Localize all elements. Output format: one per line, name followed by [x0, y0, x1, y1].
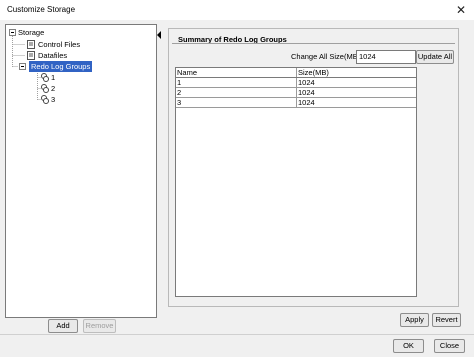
document-icon: [27, 40, 35, 49]
tree-label-redo-log-groups: Redo Log Groups: [29, 61, 93, 72]
column-header-name[interactable]: Name: [176, 68, 297, 77]
remove-button: Remove: [83, 319, 116, 333]
tree-label-group: 3: [51, 95, 56, 104]
log-group-icon: [41, 73, 49, 82]
cell-size[interactable]: 1024: [297, 88, 416, 97]
tree-label-datafiles: Datafiles: [38, 51, 68, 60]
revert-button[interactable]: Revert: [432, 313, 461, 327]
document-icon: [27, 51, 35, 60]
table-header: Name Size(MB): [176, 68, 416, 78]
footer-divider: [0, 334, 474, 335]
column-header-size[interactable]: Size(MB): [297, 68, 416, 77]
storage-tree[interactable]: Storage Control Files Datafiles Redo Log…: [5, 24, 157, 318]
cell-size[interactable]: 1024: [297, 98, 416, 107]
close-window-icon[interactable]: ✕: [453, 2, 469, 18]
tree-label-group: 2: [51, 84, 56, 93]
tree-label-group: 1: [51, 73, 56, 82]
cell-name: 3: [176, 98, 297, 107]
panel-divider: [172, 43, 455, 45]
tree-label-control-files: Control Files: [38, 40, 81, 49]
table-row[interactable]: 2 1024: [176, 88, 416, 98]
log-group-icon: [41, 84, 49, 93]
cell-name: 2: [176, 88, 297, 97]
cell-size[interactable]: 1024: [297, 78, 416, 87]
table-row[interactable]: 1 1024: [176, 78, 416, 88]
change-all-size-input[interactable]: 1024: [356, 50, 416, 64]
table-row[interactable]: 3 1024: [176, 98, 416, 108]
collapse-panel-arrow-icon[interactable]: [157, 31, 161, 39]
apply-button[interactable]: Apply: [400, 313, 429, 327]
log-group-icon: [41, 95, 49, 104]
cell-name: 1: [176, 78, 297, 87]
collapse-icon[interactable]: [19, 62, 27, 71]
title-bar: Customize Storage ✕: [0, 0, 474, 21]
add-button[interactable]: Add: [48, 319, 78, 333]
window-title: Customize Storage: [7, 5, 76, 14]
redo-log-table: Name Size(MB) 1 1024 2 1024 3 1024: [175, 67, 417, 297]
close-button[interactable]: Close: [434, 339, 465, 353]
ok-button[interactable]: OK: [393, 339, 424, 353]
update-all-button[interactable]: Update All: [416, 50, 454, 64]
change-all-size-label: Change All Size(MB):: [291, 52, 363, 61]
